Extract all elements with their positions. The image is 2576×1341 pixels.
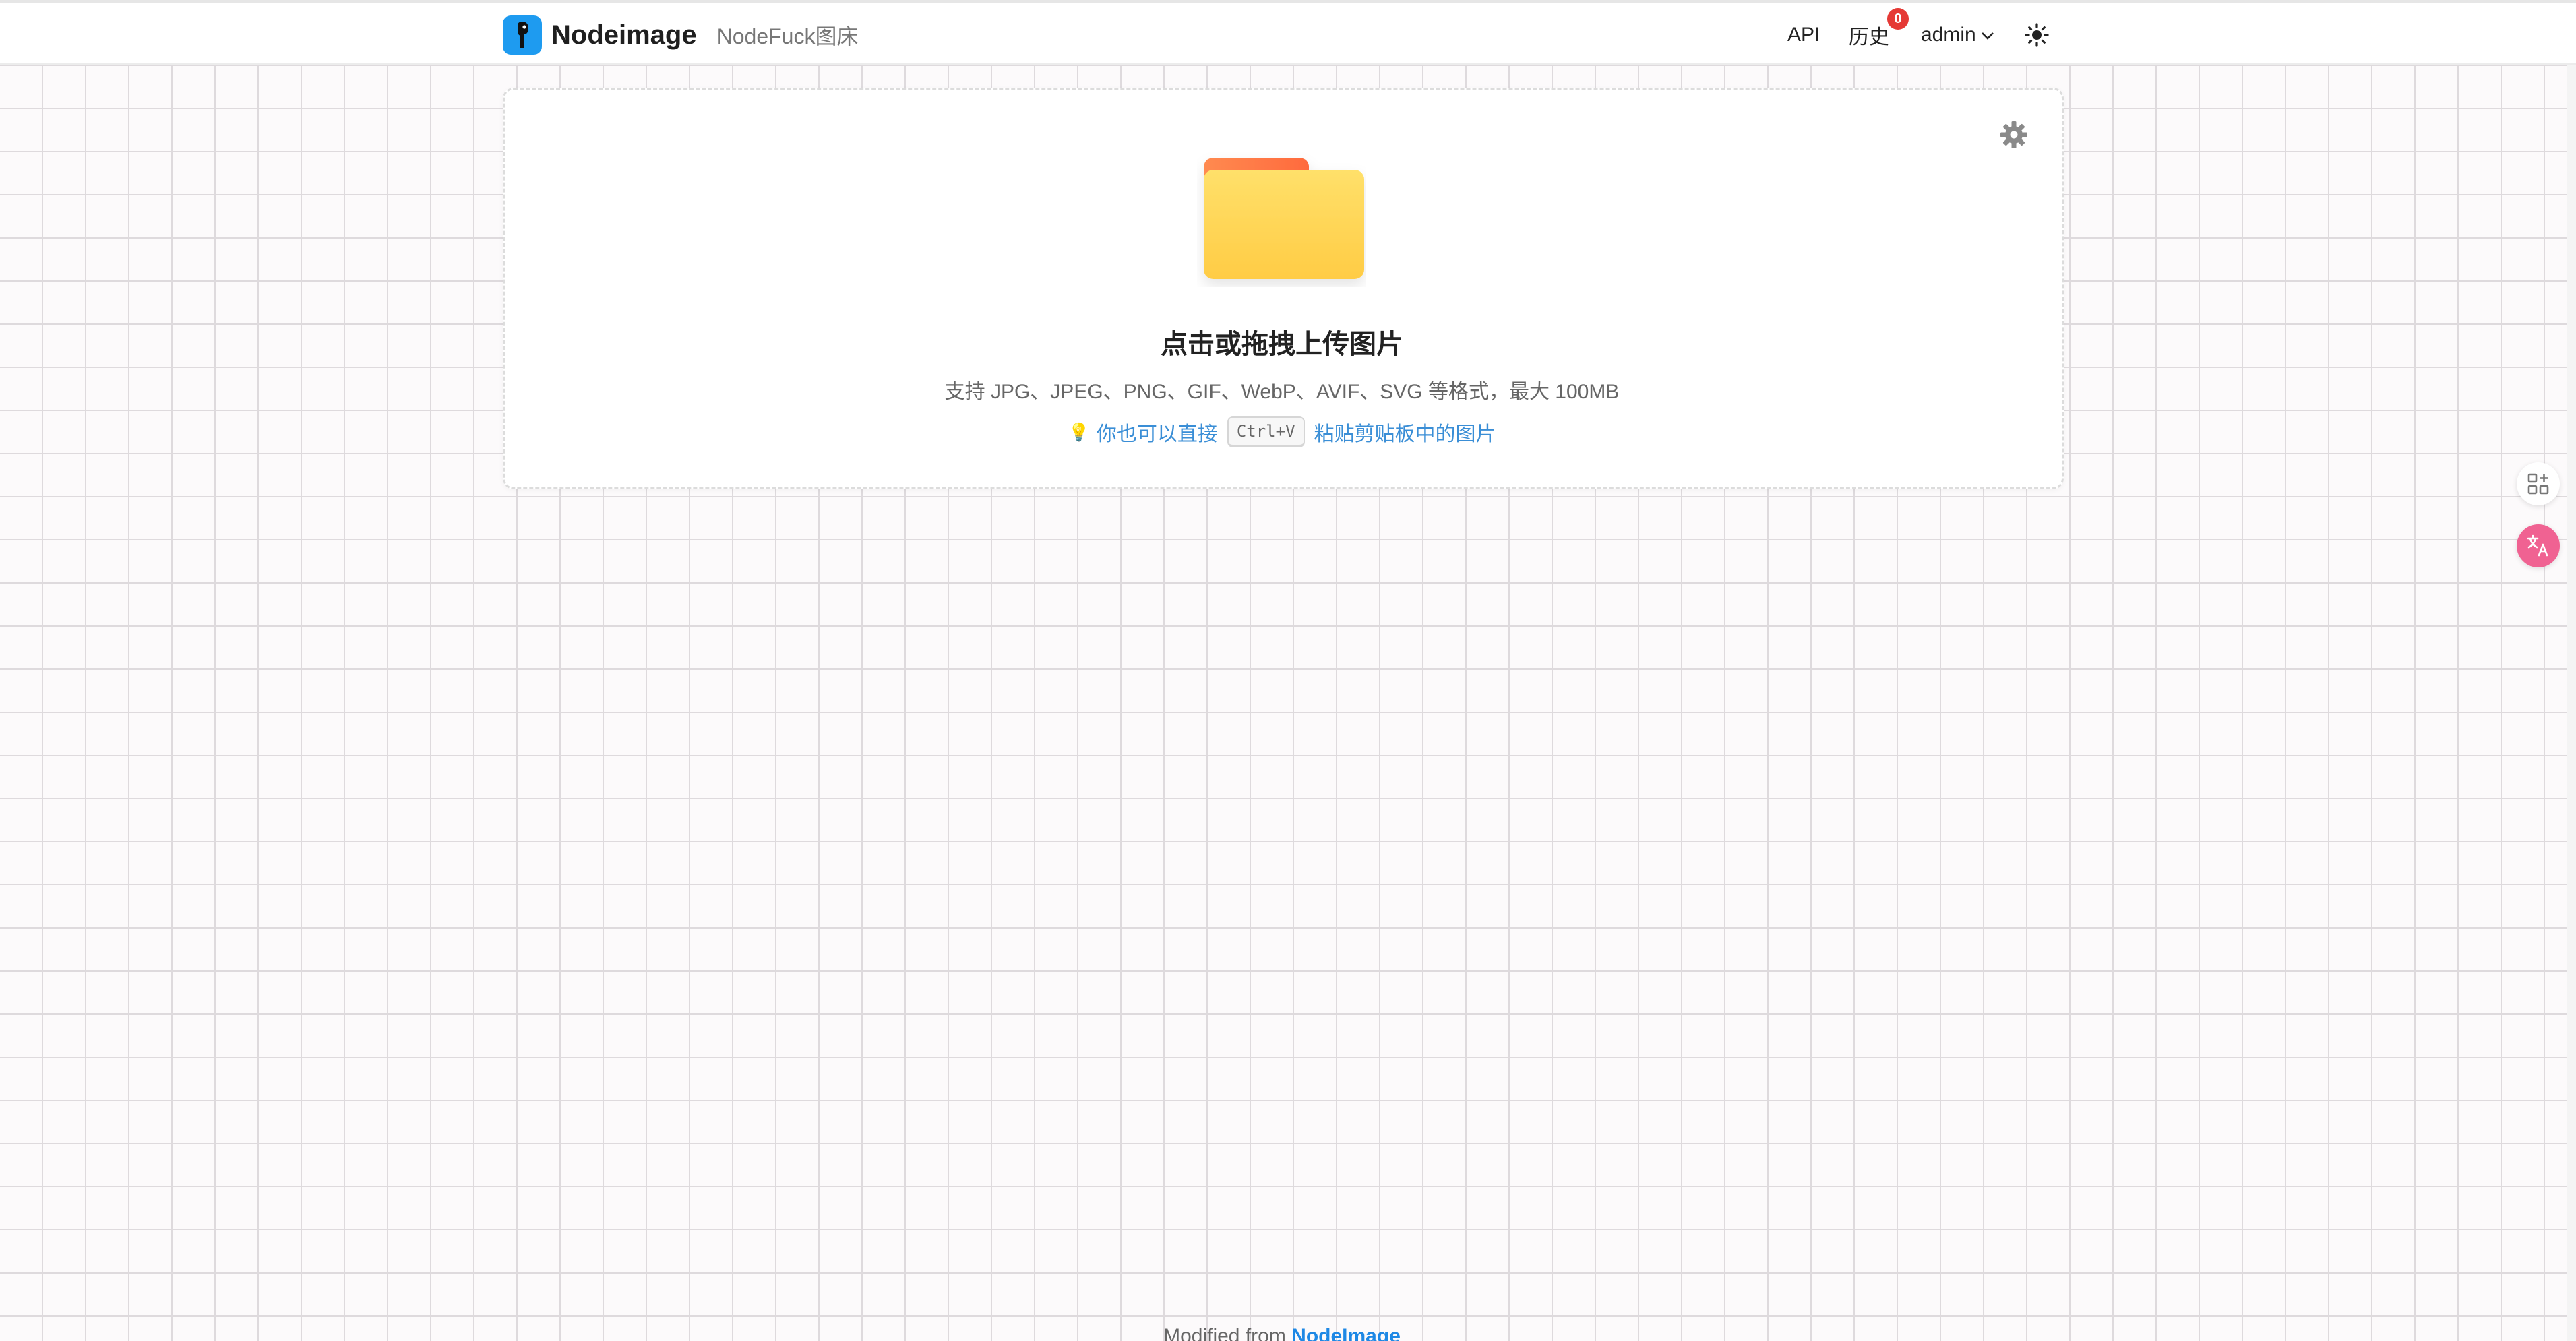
chevron-down-icon — [1981, 32, 1994, 40]
top-navbar: Nodeimage NodeFuck图床 API 历史 0 admin — [0, 0, 2576, 65]
apps-button[interactable] — [2517, 462, 2560, 505]
footer: Modified from NodeImage — [1011, 1325, 1553, 1341]
apps-icon — [2527, 473, 2549, 495]
paste-tip: 💡 你也可以直接 Ctrl+V 粘贴剪贴板中的图片 — [741, 414, 1822, 450]
nodeimage-logo-icon[interactable] — [503, 15, 542, 55]
upload-settings-button[interactable] — [1998, 119, 2030, 151]
user-name: admin — [1921, 24, 1976, 46]
translate-button[interactable] — [2517, 524, 2560, 567]
lightbulb-icon: 💡 — [1068, 421, 1090, 442]
history-count-badge: 0 — [1887, 8, 1909, 30]
paste-tip-suffix: 粘贴剪贴板中的图片 — [1314, 423, 1496, 445]
upload-title: 点击或拖拽上传图片 — [1161, 330, 1403, 359]
brand-name[interactable]: Nodeimage — [551, 20, 697, 51]
user-menu-button[interactable]: admin — [1921, 3, 1996, 67]
nav-api-label: API — [1787, 24, 1820, 46]
ctrl-v-key: Ctrl+V — [1227, 416, 1305, 447]
translate-icon — [2527, 534, 2548, 557]
brand[interactable]: Nodeimage NodeFuck图床 — [503, 15, 858, 55]
nav-history-label: 历史 — [1849, 26, 1889, 49]
footer-text: Modified from — [1163, 1325, 1286, 1341]
nav-history-link[interactable]: 历史 — [1849, 3, 1889, 67]
footer-nodeimage-link[interactable]: NodeImage — [1291, 1325, 1401, 1341]
page-scrollbar[interactable] — [2567, 65, 2576, 1341]
gear-icon — [2000, 121, 2027, 148]
folder-icon — [1197, 152, 1366, 287]
paste-tip-prefix: 你也可以直接 — [1096, 423, 1218, 445]
theme-toggle-button[interactable] — [2025, 23, 2049, 47]
brand-subtitle: NodeFuck图床 — [716, 24, 859, 49]
upload-formats-text: 支持 JPG、JPEG、PNG、GIF、WebP、AVIF、SVG 等格式，最大… — [944, 381, 1620, 403]
sun-icon — [2025, 23, 2049, 47]
nav-api-link[interactable]: API — [1787, 3, 1820, 67]
